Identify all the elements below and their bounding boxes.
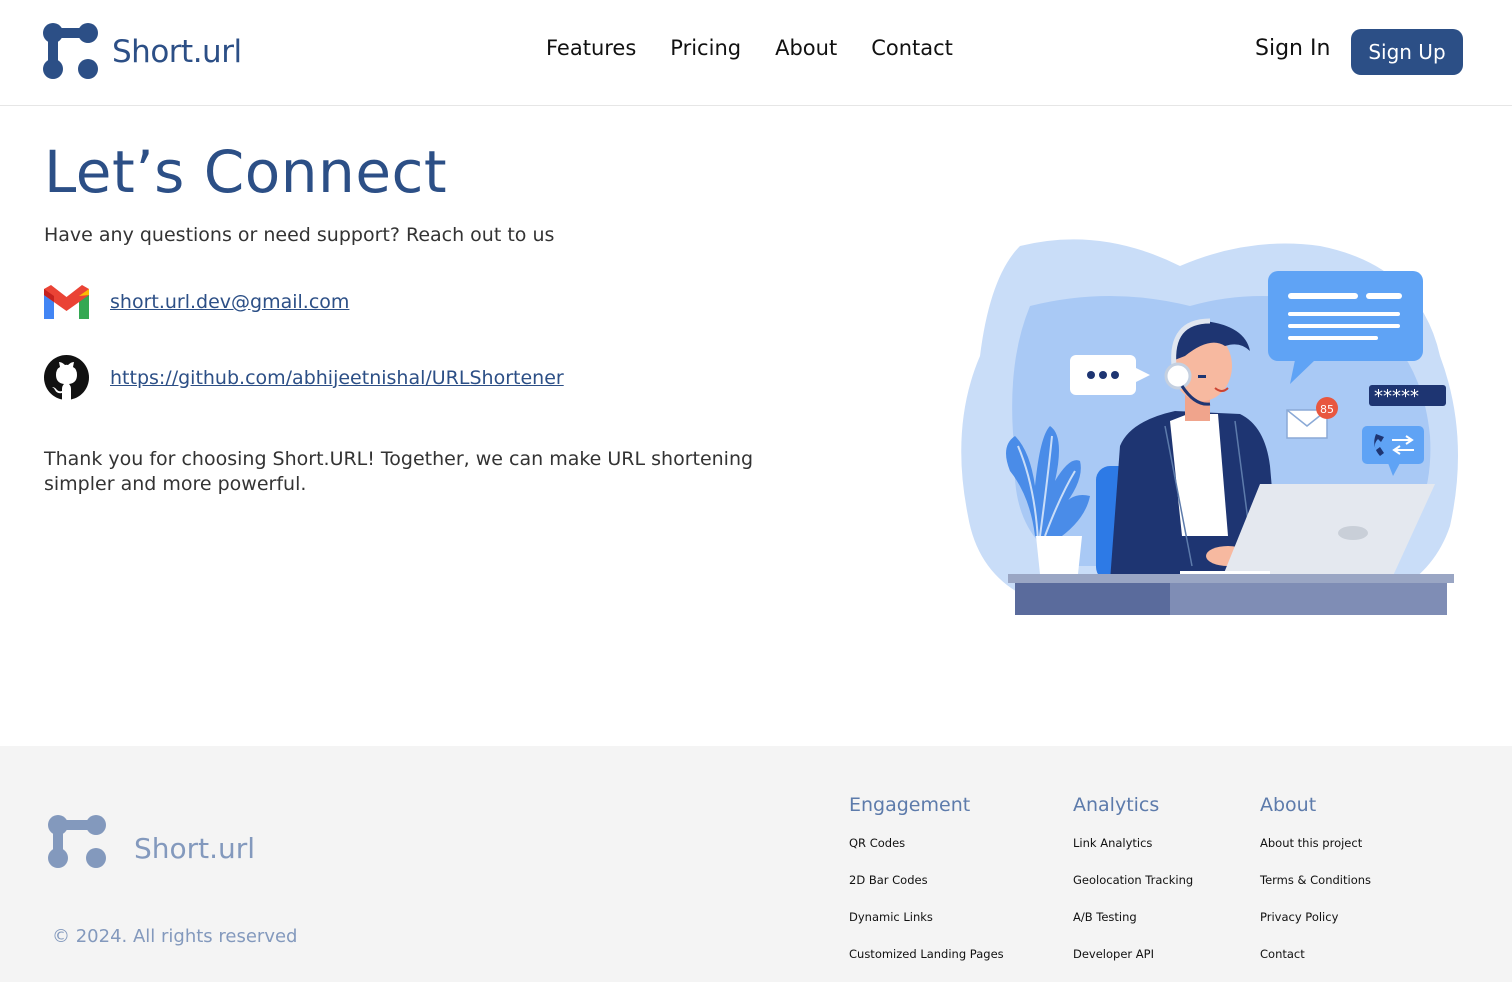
site-header: Short.url Features Pricing About Contact… — [0, 0, 1512, 106]
footer-brand-name: Short.url — [134, 831, 256, 865]
nav-about[interactable]: About — [775, 36, 837, 60]
footer-link-qr-codes[interactable]: QR Codes — [849, 836, 1004, 873]
footer-column-title: Analytics — [1073, 794, 1160, 816]
footer-column-analytics: Analytics Link Analytics Geolocation Tra… — [1073, 794, 1193, 982]
email-contact: short.url.dev@gmail.com — [44, 284, 349, 320]
email-link[interactable]: short.url.dev@gmail.com — [110, 291, 349, 313]
footer-link-2d-bar-codes[interactable]: 2D Bar Codes — [849, 873, 1004, 910]
thank-you-text: Thank you for choosing Short.URL! Togeth… — [44, 448, 754, 495]
footer-link-geolocation[interactable]: Geolocation Tracking — [1073, 873, 1193, 910]
footer-column-title: Engagement — [849, 794, 971, 816]
page-subtitle: Have any questions or need support? Reac… — [44, 224, 555, 246]
github-contact: https://github.com/abhijeetnishal/URLSho… — [44, 355, 564, 400]
nav-features[interactable]: Features — [546, 36, 636, 60]
footer-link-developer-api[interactable]: Developer API — [1073, 947, 1193, 982]
gmail-icon — [44, 285, 89, 319]
footer-logo-icon — [48, 815, 106, 868]
footer-column-engagement: Engagement QR Codes 2D Bar Codes Dynamic… — [849, 794, 1004, 982]
footer-link-about-project[interactable]: About this project — [1260, 836, 1371, 873]
footer-link-privacy[interactable]: Privacy Policy — [1260, 910, 1371, 947]
page-title: Let’s Connect — [44, 138, 448, 206]
copyright-text: © 2024. All rights reserved — [52, 926, 298, 947]
site-footer: Short.url © 2024. All rights reserved En… — [0, 746, 1512, 982]
nav-pricing[interactable]: Pricing — [670, 36, 741, 60]
sign-up-button[interactable]: Sign Up — [1351, 29, 1463, 75]
logo-icon — [43, 23, 98, 79]
notification-count: 85 — [1320, 403, 1334, 416]
footer-column-about: About About this project Terms & Conditi… — [1260, 794, 1371, 982]
github-link[interactable]: https://github.com/abhijeetnishal/URLSho… — [110, 367, 564, 389]
password-mask: ***** — [1374, 386, 1419, 407]
footer-link-ab-testing[interactable]: A/B Testing — [1073, 910, 1193, 947]
brand-name: Short.url — [112, 34, 242, 70]
footer-link-terms[interactable]: Terms & Conditions — [1260, 873, 1371, 910]
footer-link-landing-pages[interactable]: Customized Landing Pages — [849, 947, 1004, 982]
sign-in-link[interactable]: Sign In — [1255, 36, 1330, 61]
footer-link-link-analytics[interactable]: Link Analytics — [1073, 836, 1193, 873]
footer-link-dynamic-links[interactable]: Dynamic Links — [849, 910, 1004, 947]
github-icon — [44, 355, 89, 400]
main-nav: Features Pricing About Contact — [546, 36, 987, 60]
support-agent-illustration: ***** 85 — [961, 239, 1458, 615]
footer-column-title: About — [1260, 794, 1317, 816]
nav-contact[interactable]: Contact — [871, 36, 953, 60]
footer-link-contact[interactable]: Contact — [1260, 947, 1371, 982]
footer-brand[interactable]: Short.url — [46, 814, 255, 870]
brand-logo[interactable]: Short.url — [42, 22, 242, 82]
